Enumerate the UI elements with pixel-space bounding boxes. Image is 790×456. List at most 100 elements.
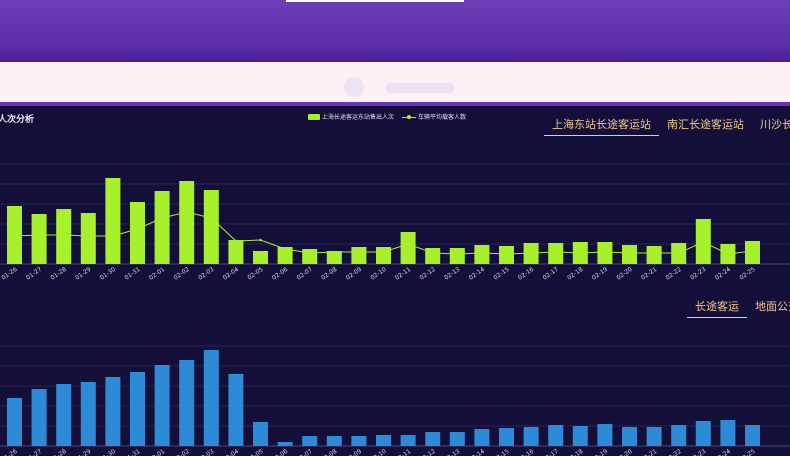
top-chart-line-point xyxy=(87,234,90,238)
bottom-chart-bar xyxy=(7,398,22,446)
top-chart-bar xyxy=(179,181,195,264)
bottom-chart-x-tick-label: 02-23 xyxy=(689,448,707,456)
top-chart-x-tick-label: 02-25 xyxy=(738,266,756,282)
bottom-chart-x-tick-label: 02-02 xyxy=(173,448,191,456)
top-chart-line-point xyxy=(406,242,410,246)
top-chart-x-tick-label: 02-23 xyxy=(689,266,707,282)
bottom-chart-x-tick-label: 02-08 xyxy=(320,448,338,456)
bottom-chart-bar xyxy=(597,424,613,446)
bottom-chart-x-tick-label: 01-28 xyxy=(50,448,68,456)
bottom-chart-bar xyxy=(31,389,47,446)
bottom-chart-x-tick-label: 01-26 xyxy=(0,448,18,456)
top-chart-bar xyxy=(622,245,637,264)
bottom-chart-bar xyxy=(154,365,170,446)
top-chart-line-point xyxy=(579,251,582,255)
bottom-chart-x-tick-label: 02-14 xyxy=(468,448,486,456)
bottom-chart-x-tick-label: 02-20 xyxy=(615,448,633,456)
top-chart-x-tick-label: 02-18 xyxy=(566,266,584,282)
top-chart-line-point xyxy=(333,250,336,254)
top-chart-bar xyxy=(646,246,662,264)
top-chart-line-point xyxy=(283,247,287,251)
top-chart-line-point xyxy=(234,239,238,243)
top-chart-bar xyxy=(31,214,47,264)
bottom-chart-x-tick-label: 02-19 xyxy=(591,448,609,456)
top-chart-line-point xyxy=(37,233,41,237)
bottom-chart-x-tick-label: 02-17 xyxy=(542,448,560,456)
top-chart-bar xyxy=(351,247,367,264)
bottom-chart-x-tick-label: 01-29 xyxy=(74,448,92,456)
top-chart-x-tick-label: 02-13 xyxy=(443,266,461,282)
bottom-chart-bar xyxy=(646,427,662,446)
top-chart-bar xyxy=(474,245,490,264)
top-chart-x-tick-label: 02-04 xyxy=(222,266,240,282)
top-chart-line-point xyxy=(628,251,631,255)
top-chart-line-point xyxy=(62,233,65,237)
top-chart-line-point xyxy=(677,251,680,255)
bottom-chart-x-tick-label: 02-03 xyxy=(197,448,215,456)
top-chart-bar xyxy=(56,209,72,264)
top-chart-x-tick-label: 01-29 xyxy=(74,266,92,282)
top-chart-x-tick-label: 02-02 xyxy=(173,266,191,282)
top-chart-x-tick-label: 01-28 xyxy=(50,266,68,282)
top-chart-line-point xyxy=(652,251,656,255)
top-chart-bar xyxy=(253,251,268,264)
bottom-chart-bar xyxy=(548,425,564,446)
top-chart-bar xyxy=(105,178,121,264)
top-chart-line-point xyxy=(308,251,311,255)
top-chart-x-tick-label: 02-14 xyxy=(468,266,486,282)
top-chart-x-tick-label: 02-20 xyxy=(615,266,633,282)
bottom-chart-x-tick-label: 02-25 xyxy=(738,448,756,456)
bottom-chart-bar xyxy=(302,436,318,446)
bottom-chart-x-tick-label: 02-04 xyxy=(222,448,240,456)
bottom-chart-x-tick-label: 02-18 xyxy=(566,448,584,456)
bottom-chart-bar xyxy=(695,421,711,446)
top-chart-bar xyxy=(228,240,244,264)
top-chart-x-tick-label: 02-08 xyxy=(320,266,338,282)
top-chart-x-tick-label: 02-15 xyxy=(492,266,510,282)
top-chart-line-point xyxy=(111,234,115,238)
bottom-chart-bar xyxy=(228,374,244,446)
top-chart-bar xyxy=(154,191,170,264)
bottom-chart-bar xyxy=(130,372,145,446)
bottom-chart-bar xyxy=(523,427,539,446)
bottom-chart-bar xyxy=(376,435,391,446)
top-chart-line-point xyxy=(480,251,484,255)
top-chart-line-point xyxy=(603,250,607,254)
charts-canvas: 01-26 01-27 01-28 01-29 01-30 01-31 02-01 02-02… xyxy=(0,163,790,456)
top-chart-x-tick-label: 02-22 xyxy=(665,266,683,282)
bottom-chart-bar xyxy=(253,422,268,446)
bottom-chart-x-tick-label: 02-01 xyxy=(148,448,166,456)
top-chart-x-tick-label: 01-30 xyxy=(99,266,117,282)
bottom-chart-bar xyxy=(179,360,195,446)
bottom-chart-x-tick-label: 01-30 xyxy=(99,448,117,456)
bottom-chart-x-tick-label: 02-07 xyxy=(296,448,314,456)
top-chart-line-point xyxy=(210,216,213,220)
bottom-chart-bar xyxy=(671,425,687,446)
top-chart-x-tick-label: 02-01 xyxy=(148,266,166,282)
bottom-chart-x-tick-label: 02-16 xyxy=(517,448,535,456)
bottom-chart-bar xyxy=(326,436,342,446)
top-chart-bar xyxy=(130,202,145,264)
bottom-chart-bar xyxy=(277,442,293,446)
top-chart-bar xyxy=(400,232,416,264)
top-chart-line-point xyxy=(185,210,188,214)
top-chart-x-tick-label: 02-03 xyxy=(197,266,215,282)
bottom-chart-bar xyxy=(425,432,441,446)
top-chart-line-point xyxy=(431,251,434,255)
top-chart-line-point xyxy=(505,252,508,256)
top-chart-line-point xyxy=(529,251,533,255)
bottom-chart-x-tick-label: 02-22 xyxy=(665,448,683,456)
bottom-chart-bar xyxy=(105,377,121,446)
bottom-chart-x-tick-label: 02-21 xyxy=(640,448,658,456)
top-chart-x-tick-label: 02-06 xyxy=(271,266,289,282)
bottom-chart-bar xyxy=(203,350,219,446)
top-chart-x-tick-label: 01-26 xyxy=(0,266,18,282)
bottom-chart-x-tick-label: 02-13 xyxy=(443,448,461,456)
top-chart-line-point xyxy=(554,250,557,254)
top-chart-x-tick-label: 02-12 xyxy=(419,266,437,282)
top-chart-x-tick-label: 02-05 xyxy=(246,266,264,282)
top-chart-line-point xyxy=(259,238,262,242)
top-chart-x-tick-label: 02-19 xyxy=(591,266,609,282)
top-chart-line-point xyxy=(382,250,385,254)
bottom-chart-bar xyxy=(80,382,96,446)
